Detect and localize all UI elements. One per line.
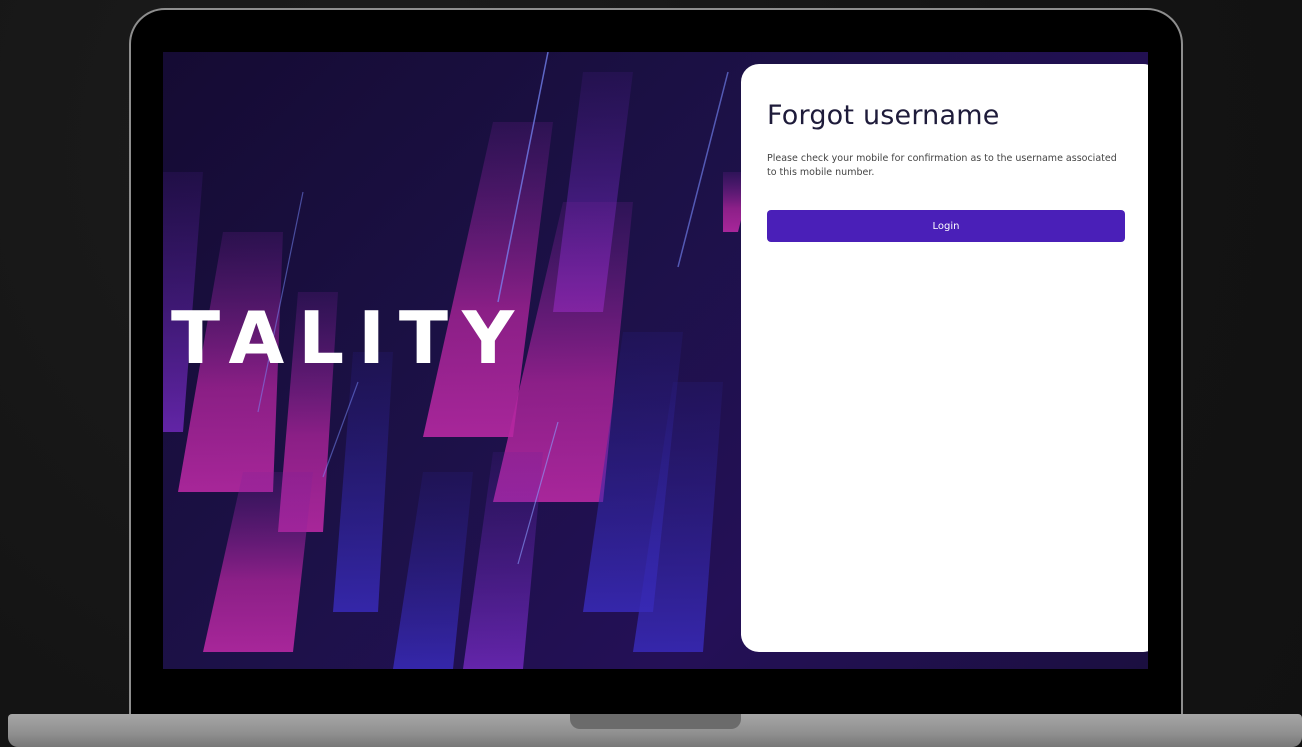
page-title: Forgot username [767, 100, 1000, 131]
brand-wordmark: TALITY [171, 296, 529, 380]
laptop-screen: TALITY Forgot username Please check your… [163, 52, 1148, 669]
login-button[interactable]: Login [767, 210, 1125, 242]
forgot-username-card: Forgot username Please check your mobile… [741, 64, 1148, 652]
desktop-stage: TALITY Forgot username Please check your… [0, 0, 1302, 747]
laptop-base-notch [570, 714, 741, 729]
confirmation-message: Please check your mobile for confirmatio… [767, 153, 1117, 178]
